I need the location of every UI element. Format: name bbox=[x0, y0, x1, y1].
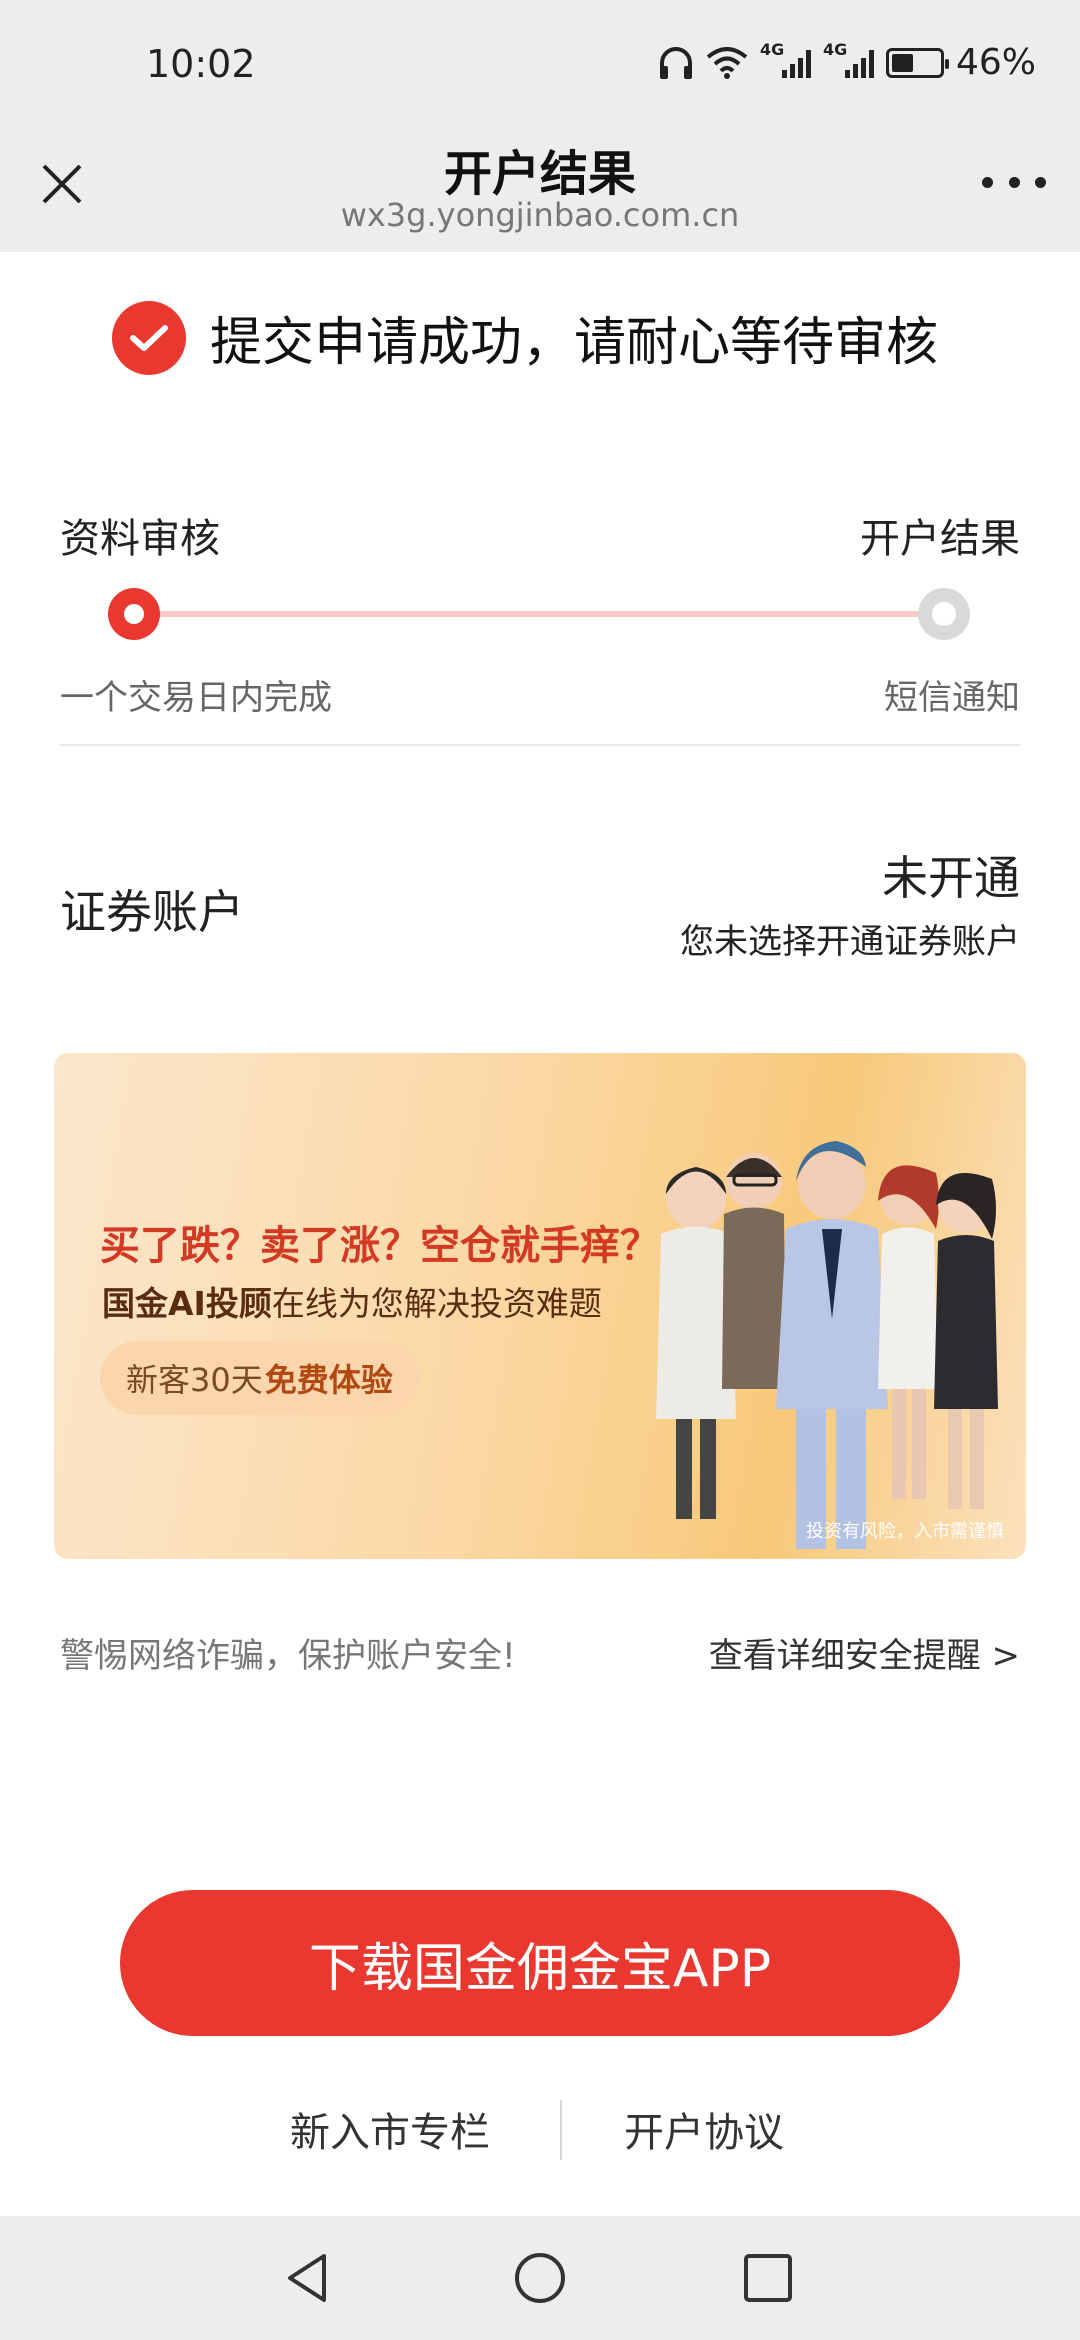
step-pending-dot bbox=[918, 588, 970, 640]
banner-sub-bold: 国金AI投顾 bbox=[102, 1284, 272, 1323]
battery-fill bbox=[891, 53, 913, 72]
status-time: 10:02 bbox=[146, 42, 256, 86]
safety-tips-link[interactable]: 查看详细安全提醒 > bbox=[709, 1628, 1020, 1677]
divider bbox=[60, 744, 1020, 746]
check-icon bbox=[112, 300, 186, 375]
nav-bar: 开户结果 wx3g.yongjinbao.com.cn bbox=[0, 134, 1080, 252]
banner-headline: 买了跌？卖了涨？空仓就手痒？ bbox=[100, 1223, 660, 1269]
banner-sub-rest: 在线为您解决投资难题 bbox=[271, 1284, 602, 1323]
fraud-warning: 警惕网络诈骗，保护账户安全! bbox=[60, 1636, 516, 1676]
system-nav-bar bbox=[0, 2216, 1080, 2340]
banner-risk-note: 投资有风险，入市需谨慎 bbox=[806, 1521, 1004, 1542]
banner-subline: 国金AI投顾在线为您解决投资难题 bbox=[102, 1277, 602, 1325]
more-dot-icon bbox=[1008, 176, 1020, 188]
back-triangle-icon bbox=[288, 2254, 326, 2302]
more-dot-icon bbox=[982, 176, 993, 188]
cell-signal-icon: 4G bbox=[760, 40, 811, 78]
home-button[interactable] bbox=[508, 2246, 572, 2310]
banner-pill-text: 新客30天 bbox=[126, 1361, 263, 1399]
status-icons: 4G 4G 46% bbox=[658, 40, 1036, 83]
securities-account-label: 证券账户 bbox=[60, 885, 244, 939]
banner-pill-bold: 免费体验 bbox=[264, 1361, 393, 1399]
banner-trial-pill: 新客30天 免费体验 bbox=[100, 1341, 419, 1415]
status-bar: 10:02 4G 4G 46% bbox=[0, 0, 1080, 134]
download-app-button[interactable]: 下载国金佣金宝APP bbox=[120, 1890, 960, 2036]
page-url: wx3g.yongjinbao.com.cn bbox=[340, 196, 740, 234]
more-dot-icon bbox=[1035, 176, 1046, 188]
step-result-subtitle: 短信通知 bbox=[884, 678, 1020, 718]
step-active-dot bbox=[108, 588, 160, 640]
back-button[interactable] bbox=[276, 2246, 340, 2310]
battery-icon bbox=[885, 47, 949, 78]
headphones-icon bbox=[659, 46, 692, 79]
step-review-subtitle: 一个交易日内完成 bbox=[60, 678, 332, 718]
advisors-illustration bbox=[656, 1141, 998, 1549]
progress-track bbox=[135, 611, 945, 617]
home-circle-icon bbox=[515, 2253, 565, 2303]
ai-advisor-banner[interactable]: 买了跌？卖了涨？空仓就手痒？ 国金AI投顾在线为您解决投资难题 新客30天 免费体… bbox=[54, 1053, 1026, 1559]
network-type-label: 4G bbox=[822, 39, 848, 59]
account-agreement-link[interactable]: 开户协议 bbox=[624, 2100, 784, 2158]
success-message: 提交申请成功，请耐心等待审核 bbox=[210, 313, 939, 373]
success-header: 提交申请成功，请耐心等待审核 bbox=[112, 300, 938, 375]
step-result-title: 开户结果 bbox=[860, 516, 1020, 562]
recents-square-icon bbox=[744, 2254, 792, 2302]
more-options-button[interactable] bbox=[982, 170, 1046, 194]
new-investor-column-link[interactable]: 新入市专栏 bbox=[290, 2100, 490, 2158]
recents-button[interactable] bbox=[736, 2246, 800, 2310]
account-status-desc: 您未选择开通证券账户 bbox=[680, 922, 1020, 962]
step-review-title: 资料审核 bbox=[60, 516, 220, 562]
footer-links: 新入市专栏 开户协议 bbox=[0, 2100, 1080, 2160]
account-status: 未开通 bbox=[882, 851, 1020, 905]
battery-percent: 46% bbox=[955, 42, 1036, 83]
wifi-icon bbox=[706, 46, 748, 79]
cell-signal-icon: 4G bbox=[823, 40, 874, 78]
footer-divider bbox=[560, 2100, 562, 2160]
network-type-label: 4G bbox=[759, 39, 785, 59]
page-title: 开户结果 bbox=[443, 146, 636, 202]
